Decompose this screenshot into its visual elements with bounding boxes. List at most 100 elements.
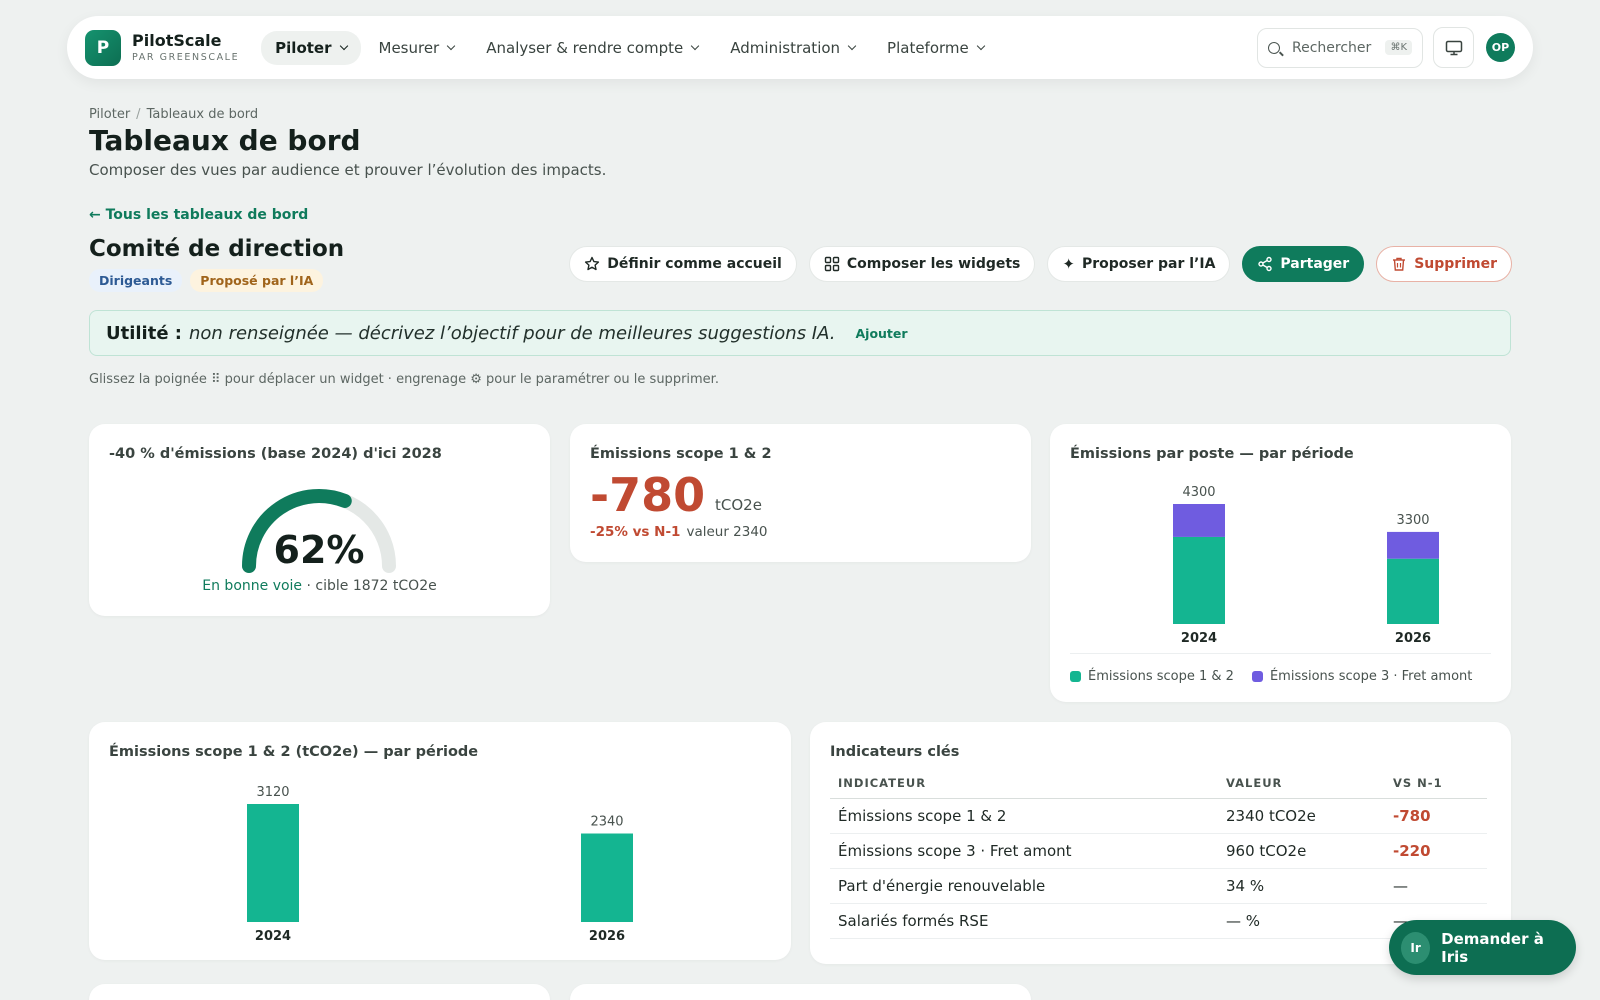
gauge-target: · cible 1872 tCO2e xyxy=(302,578,437,594)
col-vs-n1: VS N-1 xyxy=(1385,770,1487,799)
nav-label: Analyser & rendre compte xyxy=(486,38,684,57)
x-tick-label: 2024 xyxy=(255,929,291,944)
nav-label: Plateforme xyxy=(887,38,969,57)
user-avatar[interactable]: OP xyxy=(1486,33,1515,62)
next-widget xyxy=(89,984,550,1000)
iris-label: Demander à Iris xyxy=(1441,929,1544,966)
legend-divider xyxy=(1070,653,1491,654)
stacked-bar-segment xyxy=(1387,531,1439,559)
share-label: Partager xyxy=(1280,256,1350,272)
cell-indicator: Émissions scope 3 · Fret amont xyxy=(830,833,1218,869)
breadcrumb-parent[interactable]: Piloter xyxy=(89,107,130,122)
bar-chart-title: Émissions scope 1 & 2 (tCO2e) — par péri… xyxy=(109,744,479,760)
chevron-down-icon xyxy=(446,41,456,50)
x-tick-label: 2026 xyxy=(589,929,625,944)
bar-chart-widget: Émissions scope 1 & 2 (tCO2e) — par péri… xyxy=(89,722,791,960)
nav-item-mesurer[interactable]: Mesurer xyxy=(365,31,469,65)
iris-avatar: Ir xyxy=(1401,931,1431,964)
stacked-chart: 4300 2024 3300 2026 xyxy=(1173,485,1439,646)
stacked-bar-segment xyxy=(1387,558,1439,624)
top-navbar: P PilotScale PAR GREENSCALE Piloter Mesu… xyxy=(67,16,1533,79)
compose-widgets-button[interactable]: Composer les widgets xyxy=(808,246,1036,282)
col-value: VALEUR xyxy=(1218,770,1385,799)
nav-item-analyser[interactable]: Analyser & rendre compte xyxy=(472,31,712,65)
x-tick-label: 2024 xyxy=(1181,631,1217,646)
gauge: 62% xyxy=(239,484,399,574)
set-home-button[interactable]: Définir comme accueil xyxy=(569,246,797,282)
ai-propose-label: Proposer par l’IA xyxy=(1081,256,1216,272)
kpi-title: Émissions scope 1 & 2 xyxy=(590,446,772,462)
set-home-label: Définir comme accueil xyxy=(607,256,782,272)
stacked-bar-segment xyxy=(1173,536,1225,624)
utility-add-link[interactable]: Ajouter xyxy=(855,326,907,341)
legend-swatch xyxy=(1070,671,1081,682)
ask-iris-button[interactable]: Ir Demander à Iris xyxy=(1389,920,1576,975)
search-icon xyxy=(1268,41,1280,54)
dashboard-badges: Dirigeants Proposé par l’IA xyxy=(89,269,331,292)
bar-value-label: 3120 xyxy=(256,785,289,800)
table-row: Émissions scope 3 · Fret amont 960 tCO2e… xyxy=(830,833,1487,869)
utility-text: non renseignée — décrivez l’objectif pou… xyxy=(189,322,836,344)
gauge-footer: En bonne voie · cible 1872 tCO2e xyxy=(89,578,550,594)
stacked-chart-widget: Émissions par poste — par période 4300 20… xyxy=(1050,424,1511,702)
next-widget xyxy=(570,984,1031,1000)
delete-label: Supprimer xyxy=(1414,256,1497,272)
search-shortcut: ⌘K xyxy=(1385,40,1412,55)
ai-propose-button[interactable]: ✦ Proposer par l’IA xyxy=(1047,246,1231,282)
drag-hint: Glissez la poignée ⠿ pour déplacer un wi… xyxy=(89,372,719,387)
bar xyxy=(247,804,299,922)
nav-item-plateforme[interactable]: Plateforme xyxy=(873,31,998,65)
bar-value-label: 2340 xyxy=(590,815,623,830)
grid-icon xyxy=(824,256,840,272)
sparkle-icon: ✦ xyxy=(1062,255,1075,273)
cell-indicator: Part d'énergie renouvelable xyxy=(830,868,1218,904)
nav-item-administration[interactable]: Administration xyxy=(716,31,869,65)
gauge-status: En bonne voie xyxy=(202,578,303,594)
utility-label: Utilité : xyxy=(106,322,183,344)
audience-badge: Dirigeants xyxy=(89,269,183,292)
back-to-dashboards-link[interactable]: ← Tous les tableaux de bord xyxy=(89,207,308,223)
ai-origin-badge: Proposé par l’IA xyxy=(190,269,324,292)
bar-total-label: 3300 xyxy=(1396,513,1429,528)
cell-value: — % xyxy=(1218,903,1385,939)
kpi-unit: tCO2e xyxy=(715,496,762,514)
delete-button[interactable]: Supprimer xyxy=(1376,246,1512,282)
nav-right: Rechercher ⌘K OP xyxy=(1257,27,1515,68)
kpi-delta: -25% vs N-1 xyxy=(590,524,681,540)
stacked-chart-title: Émissions par poste — par période xyxy=(1070,446,1354,462)
cell-delta: -780 xyxy=(1385,798,1487,834)
bar-total-label: 4300 xyxy=(1182,485,1215,500)
nav-item-piloter[interactable]: Piloter xyxy=(261,30,361,65)
search-button[interactable]: Rechercher ⌘K xyxy=(1257,27,1423,68)
stacked-legend: Émissions scope 1 & 2 Émissions scope 3 … xyxy=(1070,669,1490,684)
kpi-value: -780 xyxy=(590,468,706,522)
kpi-widget: Émissions scope 1 & 2 -780 tCO2e -25% vs… xyxy=(570,424,1031,562)
chevron-down-icon xyxy=(691,41,700,50)
legend-label: Émissions scope 1 & 2 xyxy=(1088,669,1234,684)
cell-indicator: Salariés formés RSE xyxy=(830,903,1218,939)
table-row: Salariés formés RSE — % — xyxy=(830,903,1487,939)
breadcrumb-current: Tableaux de bord xyxy=(146,107,259,122)
legend-label: Émissions scope 3 · Fret amont xyxy=(1269,669,1473,684)
monitor-icon xyxy=(1445,40,1462,55)
kpi-subline: -25% vs N-1 valeur 2340 xyxy=(590,524,768,540)
cell-delta: — xyxy=(1385,868,1487,904)
page-subtitle: Composer des vues par audience et prouve… xyxy=(89,161,607,179)
kpi-detail: valeur 2340 xyxy=(686,524,768,540)
breadcrumb: Piloter / Tableaux de bord xyxy=(89,107,258,122)
nav-label: Mesurer xyxy=(378,38,440,57)
share-button[interactable]: Partager xyxy=(1242,246,1365,282)
cell-value: 34 % xyxy=(1218,868,1385,904)
brand-logo[interactable]: P xyxy=(85,29,121,66)
indicators-table: INDICATEUR VALEUR VS N-1 Émissions scope… xyxy=(830,770,1487,939)
main-nav: Piloter Mesurer Analyser & rendre compte… xyxy=(261,30,1002,65)
cell-value: 2340 tCO2e xyxy=(1218,798,1385,834)
gauge-title: -40 % d'émissions (base 2024) d'ici 2028 xyxy=(109,446,442,462)
table-row: Émissions scope 1 & 2 2340 tCO2e -780 xyxy=(830,798,1487,834)
page-title: Tableaux de bord xyxy=(89,124,361,157)
display-mode-button[interactable] xyxy=(1433,27,1474,68)
legend-item: Émissions scope 3 · Fret amont xyxy=(1251,669,1473,684)
chevron-down-icon xyxy=(847,41,857,50)
utility-banner: Utilité : non renseignée — décrivez l’ob… xyxy=(89,310,1511,356)
dashboard-actions: Définir comme accueil Composer les widge… xyxy=(557,246,1512,282)
